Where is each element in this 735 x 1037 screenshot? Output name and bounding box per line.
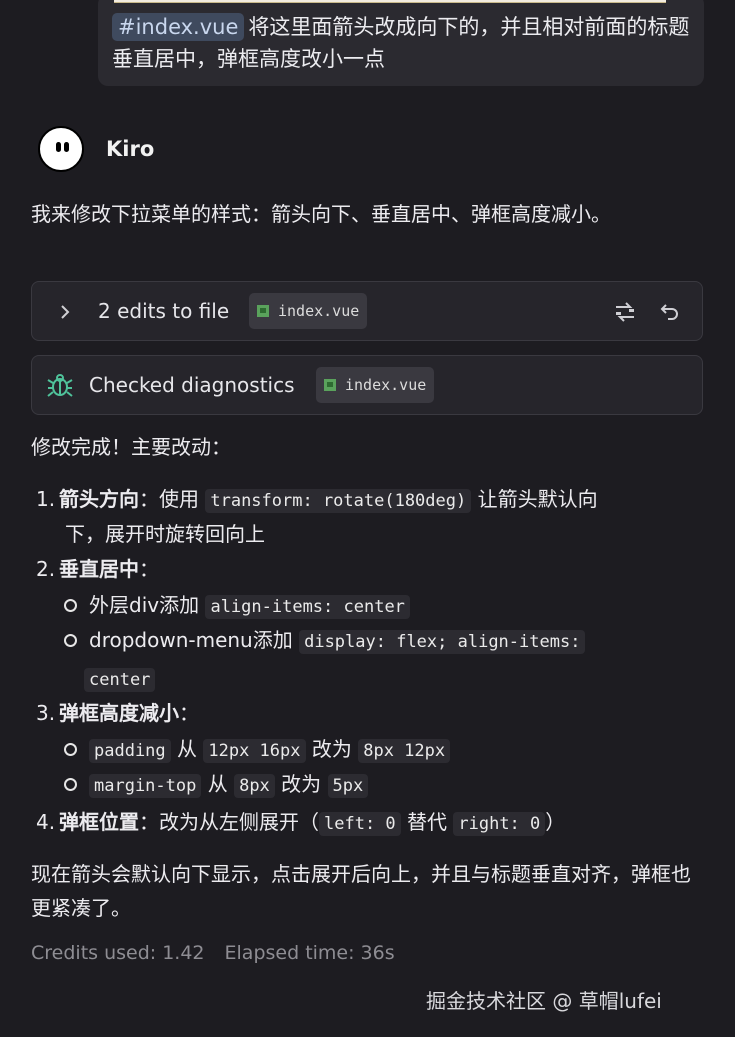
list-item-3-title: 弹框高度减小 [59, 701, 179, 725]
bullet-icon [64, 778, 77, 791]
code-center: center [84, 668, 156, 692]
sub-item-3: padding 从 12px 16px 改为 8px 12px [89, 731, 451, 769]
sub-item-3-from: 从 [177, 737, 198, 761]
done-title: 修改完成！主要改动： [31, 435, 231, 459]
edits-file-name: index.vue [278, 302, 360, 320]
code-margin-top: margin-top [89, 774, 202, 798]
sub-item-2: dropdown-menu添加 display: flex; align-ite… [89, 622, 586, 660]
code-8px: 8px [234, 774, 275, 798]
sub-item-2-line2: center [84, 660, 156, 698]
diagnostics-file-chip[interactable]: index.vue [316, 367, 435, 403]
agent-name: Kiro [106, 137, 155, 161]
sub-item-1: 外层div添加 align-items: center [89, 587, 410, 625]
credits-used: Credits used: 1.42 [31, 942, 205, 964]
code-8px-12px: 8px 12px [358, 739, 451, 763]
list-item-3: 弹框高度减小： [59, 695, 199, 731]
bullet-icon [64, 634, 77, 647]
kiro-avatar-icon [38, 126, 84, 172]
list-item-4-title: 弹框位置 [59, 810, 139, 834]
diagnostics-card[interactable]: Checked diagnostics index.vue [31, 355, 703, 415]
list-item-4-mid: 替代 [407, 810, 448, 834]
summary-text: 现在箭头会默认向下显示，点击展开后向上，并且与标题垂直对齐，弹框也更紧凑了。 [31, 862, 691, 920]
list-item-1: 箭头方向：使用 transform: rotate(180deg) 让箭头默认向 [59, 481, 699, 519]
sub-item-1-text: 外层div添加 [89, 593, 200, 617]
sub-item-4-from: 从 [207, 772, 228, 796]
list-item-1-title: 箭头方向 [59, 487, 139, 511]
sub-item-4: margin-top 从 8px 改为 5px [89, 766, 369, 804]
code-left-0: left: 0 [319, 812, 401, 836]
list-item-4: 弹框位置：改为从左侧展开（ left: 0 替代 right: 0） [59, 804, 729, 842]
bullet-icon [64, 743, 77, 756]
list-item-4-pre: ：改为从左侧展开（ [139, 810, 319, 834]
sub-item-4-to: 改为 [281, 772, 322, 796]
code-12px-16px: 12px 16px [203, 739, 306, 763]
watermark: 掘金技术社区 @ 草帽lufei [426, 989, 662, 1013]
list-item-2-colon: ： [139, 557, 159, 581]
agent-header: Kiro [38, 124, 154, 174]
edits-card-label: 2 edits to file [98, 299, 230, 323]
list-num-1: 1. [36, 487, 56, 511]
code-transform: transform: rotate(180deg) [205, 489, 472, 513]
list-item-1-post: 让箭头默认向 [477, 487, 598, 511]
screenshot-thumbnail [114, 0, 666, 3]
list-num-4: 4. [36, 810, 56, 834]
sub-item-3-to: 改为 [311, 737, 352, 761]
file-chip-index-vue[interactable]: #index.vue [112, 13, 245, 41]
sub-item-2-text: dropdown-menu添加 [89, 628, 293, 652]
edits-card[interactable]: 2 edits to file index.vue [31, 281, 703, 341]
diagnostics-file-name: index.vue [345, 376, 427, 394]
list-item-1-line2: 下，展开时旋转回向上 [65, 522, 265, 546]
elapsed-time: Elapsed time: 36s [224, 942, 395, 964]
bug-icon [47, 374, 73, 397]
edits-file-chip[interactable]: index.vue [249, 293, 368, 329]
user-message-bubble: #index.vue 将这里面箭头改成向下的，并且相对前面的标题垂直居中，弹框高度… [98, 0, 704, 86]
list-item-4-post: ） [545, 810, 566, 834]
code-5px: 5px [327, 774, 369, 798]
user-message-text: #index.vue 将这里面箭头改成向下的，并且相对前面的标题垂直居中，弹框高度… [112, 11, 692, 75]
code-display-flex: display: flex; align-items: [299, 630, 586, 654]
list-item-1-text: ：使用 [139, 487, 199, 511]
diagnostics-label: Checked diagnostics [89, 373, 295, 397]
list-item-2: 垂直居中： [59, 551, 159, 587]
code-right-0: right: 0 [453, 812, 546, 836]
compare-icon[interactable] [613, 301, 637, 323]
chevron-right-icon[interactable] [60, 305, 70, 319]
undo-icon[interactable] [660, 302, 680, 322]
list-num-3: 3. [36, 701, 56, 725]
usage-meta: Credits used: 1.42 Elapsed time: 36s [31, 942, 395, 964]
list-item-3-colon: ： [179, 701, 199, 725]
list-num-2: 2. [36, 557, 56, 581]
code-align-items: align-items: center [205, 595, 410, 619]
vue-file-icon [257, 305, 269, 317]
code-padding: padding [89, 739, 171, 763]
list-item-2-title: 垂直居中 [59, 557, 139, 581]
agent-intro: 我来修改下拉菜单的样式：箭头向下、垂直居中、弹框高度减小。 [31, 202, 611, 226]
bullet-icon [64, 599, 77, 612]
vue-file-icon [324, 379, 336, 391]
